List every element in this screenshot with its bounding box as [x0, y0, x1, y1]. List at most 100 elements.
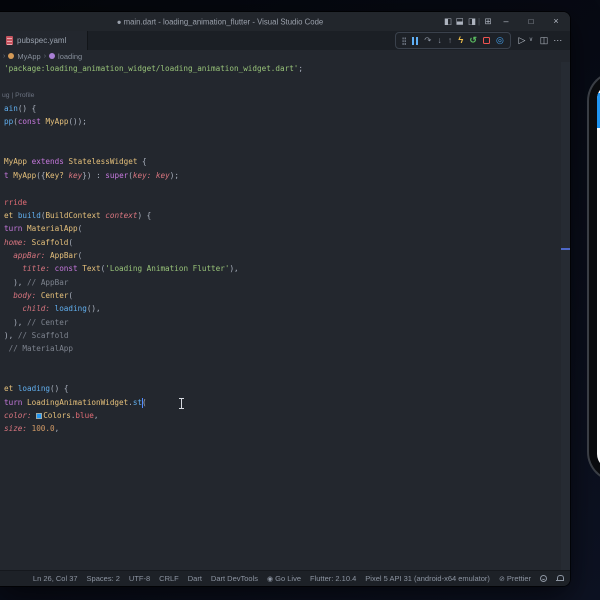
code-line-13[interactable]: turn MaterialApp( [4, 222, 561, 235]
toggle-panel-icon[interactable]: ◨ [454, 12, 466, 31]
code-token: ), [229, 264, 239, 274]
gripper-icon[interactable] [402, 36, 407, 45]
title-bar[interactable]: ● main.dart - loading_animation_flutter … [0, 12, 570, 31]
code-line-9[interactable]: t MyApp({Key? key}) : super(key: key); [4, 169, 561, 182]
code-token: Colors [43, 411, 71, 421]
code-line-16[interactable]: title: const Text('Loading Animation Flu… [4, 262, 561, 275]
code-line-6[interactable] [4, 129, 561, 142]
status-item-utf-8[interactable]: UTF-8 [129, 574, 150, 583]
more-actions-icon[interactable]: ⋯ [551, 31, 565, 50]
tab-pubspec-yaml[interactable]: pubspec.yaml [0, 31, 88, 50]
code-line-18[interactable]: body: Center( [4, 289, 561, 302]
status-item-ln-26-col-37[interactable]: Ln 26, Col 37 [33, 574, 78, 583]
code-line-11[interactable]: rride [4, 196, 561, 209]
run-dropdown-icon[interactable]: ∨ [527, 31, 535, 50]
code-token: const [17, 117, 41, 127]
status-item-flutter-2-10-4[interactable]: Flutter: 2.10.4 [310, 574, 356, 583]
code-editor[interactable]: 'package:loading_animation_widget/loadin… [0, 62, 561, 570]
code-token: ( [77, 224, 83, 234]
code-line-5[interactable]: pp(const MyApp()); [4, 115, 561, 128]
step-over-icon[interactable]: ↷ [424, 36, 431, 45]
code-token: () { [17, 104, 37, 114]
code-token: MaterialApp [27, 224, 78, 234]
status-item-prettier[interactable]: ⊘ Prettier [499, 574, 531, 583]
code-token: ( [142, 397, 147, 407]
code-line-26[interactable]: turn LoadingAnimationWidget.st( [4, 396, 561, 409]
code-token: const [54, 264, 78, 274]
stop-icon[interactable] [482, 37, 490, 44]
code-token: ug | Profile [2, 91, 35, 99]
split-editor-icon[interactable]: ◫ [538, 31, 550, 50]
mouse-cursor [178, 398, 185, 409]
code-line-23[interactable] [4, 356, 561, 369]
code-line-22[interactable]: // MaterialApp [4, 342, 561, 355]
code-token: ain [4, 104, 18, 114]
status-bar: Ln 26, Col 37 Spaces: 2 UTF-8 CRLF Dart Dart … [0, 570, 570, 586]
code-token: et [4, 384, 14, 394]
code-token: MyApp [13, 170, 37, 180]
code-line-8[interactable]: MyApp extends StatelessWidget { [4, 155, 561, 168]
codelens-line[interactable]: ug | Profile [2, 89, 561, 102]
code-line-4[interactable]: ain() { [4, 102, 561, 115]
window-title: ● main.dart - loading_animation_flutter … [116, 17, 324, 26]
code-token: Scaffold [31, 237, 69, 247]
customize-layout-icon[interactable]: ⊞ [482, 12, 494, 31]
step-into-icon[interactable]: ↓ [438, 36, 442, 45]
breadcrumb-item-loading[interactable]: loading [58, 52, 82, 61]
phone-emulator[interactable] [587, 71, 600, 482]
code-token: pp [4, 117, 14, 127]
code-line-24[interactable] [4, 369, 561, 382]
code-token: super [105, 170, 129, 180]
code-line-19[interactable]: child: loading(), [4, 302, 561, 315]
code-line-2[interactable] [4, 75, 561, 88]
status-label: Pixel 5 API 31 (android-x64 emulator) [365, 574, 490, 583]
code-line-27[interactable]: color: Colors.blue, [4, 409, 561, 422]
status-icon: ⊘ [498, 575, 505, 583]
code-token: loading [17, 384, 51, 394]
minimize-button[interactable]: – [496, 12, 516, 31]
code-token: () { [50, 384, 69, 394]
close-button[interactable]: × [546, 12, 566, 31]
code-line-1[interactable]: 'package:loading_animation_widget/loadin… [4, 62, 561, 75]
code-line-14[interactable]: home: Scaffold( [4, 236, 561, 249]
code-token: AppBar [50, 250, 78, 260]
maximize-button[interactable]: □ [521, 12, 541, 31]
pause-icon[interactable] [412, 36, 419, 45]
bell-icon [556, 575, 564, 582]
hot-reload-icon[interactable]: ϟ [458, 36, 463, 46]
code-line-17[interactable]: ), // AppBar [4, 276, 561, 289]
step-out-icon[interactable]: ↑ [448, 36, 452, 45]
editor-scrollbar[interactable] [561, 62, 570, 570]
notifications-item[interactable] [556, 575, 564, 582]
status-item-go-live[interactable]: ◉ Go Live [267, 574, 301, 583]
code-line-10[interactable] [4, 182, 561, 195]
code-line-12[interactable]: et build(BuildContext context) { [4, 209, 561, 222]
status-item-spaces-2[interactable]: Spaces: 2 [87, 574, 120, 583]
code-line-20[interactable]: ), // Center [4, 316, 561, 329]
status-item-dart-devtools[interactable]: Dart DevTools [211, 574, 258, 583]
inspect-widget-icon[interactable]: ◎ [496, 36, 504, 45]
vscode-window: ● main.dart - loading_animation_flutter … [0, 12, 570, 586]
code-token: // MaterialApp [8, 344, 74, 354]
status-item-dart[interactable]: Dart [188, 574, 202, 583]
breadcrumb-item-myapp[interactable]: MyApp [17, 52, 40, 61]
code-line-15[interactable]: appBar: AppBar( [4, 249, 561, 262]
code-token: , [93, 411, 99, 421]
code-line-28[interactable]: size: 100.0, [4, 422, 561, 435]
status-label: Dart [187, 574, 202, 583]
code-token: MyApp [45, 117, 69, 127]
code-line-21[interactable]: ), // Scaffold [4, 329, 561, 342]
status-label: Go Live [275, 574, 301, 583]
code-line-7[interactable] [4, 142, 561, 155]
code-line-25[interactable]: et loading() { [4, 382, 561, 395]
color-preview-swatch [36, 413, 43, 420]
code-token: ), [4, 277, 28, 287]
restart-icon[interactable]: ↺ [469, 36, 477, 45]
debug-toolbar[interactable]: ↷ ↓ ↑ ϟ ↺ ◎ [395, 32, 511, 49]
status-item-crlf[interactable]: CRLF [159, 574, 179, 583]
code-token: key [155, 170, 170, 180]
status-item-pixel-5-api-31-android-x64-emulator[interactable]: Pixel 5 API 31 (android-x64 emulator) [365, 574, 490, 583]
feedback-item[interactable] [540, 575, 547, 582]
